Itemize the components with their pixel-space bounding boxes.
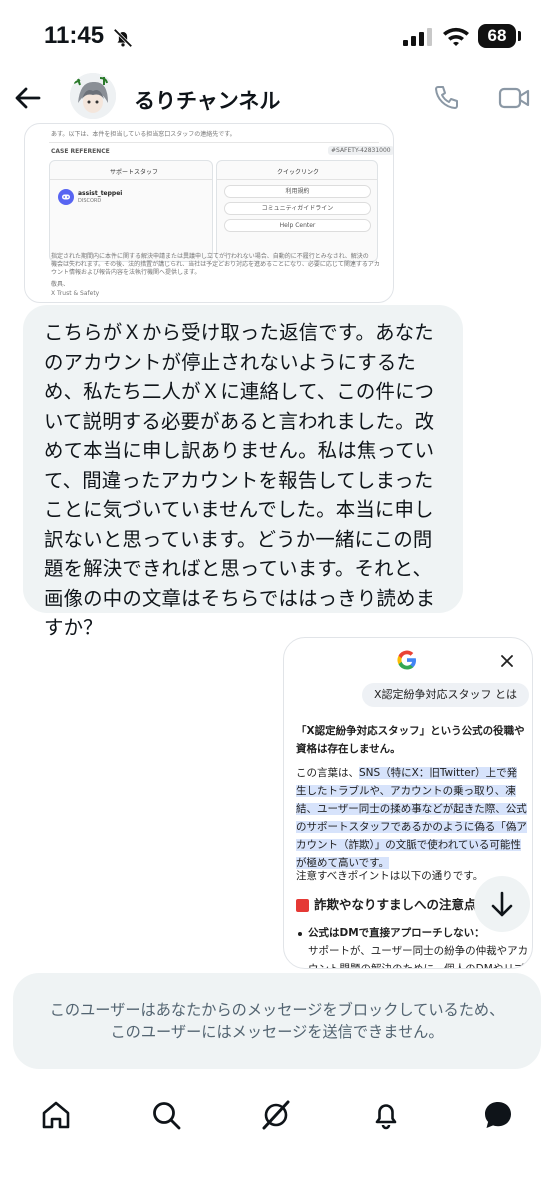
bullet-bold-text: 公式はDMで直接アプローチしない：: [308, 927, 485, 939]
arrow-down-icon: [491, 891, 513, 917]
email-body-line-3: ウント情報および報告内容を法執行機関へ提供します。: [51, 269, 201, 276]
support-staff-card: サポートスタッフ assist_teppei DISCORD: [49, 160, 213, 262]
answer-heading: 詐欺やなりすましへの注意点: [314, 897, 477, 912]
blocked-line-2: このユーザーにはメッセージを送信できません。: [110, 1023, 444, 1041]
video-call-icon[interactable]: [498, 86, 530, 110]
quicklinks-title: クイックリンク: [277, 169, 320, 176]
grok-icon[interactable]: [260, 1099, 292, 1131]
staff-platform: DISCORD: [78, 198, 102, 204]
back-arrow-icon[interactable]: [14, 84, 42, 112]
answer-line-5: カウント（詐欺）」の文脈で使われている可能性: [296, 839, 521, 851]
blocked-line-1: このユーザーはあなたからのメッセージをブロックしているため、: [49, 1001, 505, 1019]
email-signature: X Trust & Safety: [51, 290, 100, 297]
answer-points-intro: 注意すべきポイントは以下の通りです。: [296, 870, 484, 882]
battery-tip: [518, 31, 521, 41]
link-terms[interactable]: 利用規約: [224, 185, 371, 198]
link-community-guidelines[interactable]: コミュニティガイドライン: [224, 202, 371, 215]
answer-line-1-b: SNS（特にX：旧Twitter）上で発: [359, 767, 518, 779]
notifications-bell-icon[interactable]: [370, 1099, 402, 1131]
bullet-dot: [298, 932, 302, 936]
support-card-title: サポートスタッフ: [110, 169, 159, 176]
message-text: こちらがＸから受け取った返信です。あなたのアカウントが停止されないようにするため…: [44, 321, 436, 639]
search-query-chip[interactable]: X認定紛争対応スタッフ とは: [362, 683, 530, 707]
search-icon[interactable]: [150, 1099, 182, 1131]
bullet-line-3: ウント問題の解決のために、個人のDMやリプ: [308, 963, 525, 969]
phone-icon[interactable]: [432, 84, 460, 112]
staff-name: assist_teppei: [78, 190, 123, 197]
bullet-line-2: サポートが、ユーザー同士の紛争の仲裁やアカ: [308, 945, 529, 957]
status-time: 11:45: [44, 22, 105, 49]
discord-icon: [58, 189, 74, 205]
email-closing: 敬具、: [51, 281, 70, 288]
conversation-title[interactable]: るりチャンネル: [134, 85, 280, 115]
scroll-to-bottom-button[interactable]: [474, 876, 530, 932]
avatar-illustration: [70, 73, 116, 119]
siren-icon: [296, 899, 309, 912]
bell-muted-icon: [113, 28, 133, 48]
battery-indicator: 68: [478, 24, 516, 48]
answer-bold-line-1: 「X認定紛争対応スタッフ」という公式の役職や: [296, 725, 525, 737]
messages-icon[interactable]: [482, 1099, 514, 1131]
answer-line-3: 結、ユーザー同士の揉め事などが起きた際、公式: [296, 803, 527, 815]
google-logo-icon: [397, 650, 417, 670]
blocked-notice-text: このユーザーはあなたからのメッセージをブロックしているため、 このユーザーにはメ…: [13, 999, 541, 1043]
answer-line-2: 生したトラブルや、アカウントの乗っ取り、凍: [296, 785, 516, 797]
quick-links-card: クイックリンク 利用規約 コミュニティガイドライン Help Center: [216, 160, 378, 262]
answer-line-1: この言葉は、SNS（特にX：旧Twitter）上で発: [296, 764, 518, 782]
answer-line-1-a: この言葉は、: [296, 767, 359, 779]
home-icon[interactable]: [40, 1099, 72, 1131]
avatar[interactable]: [70, 73, 116, 119]
cellular-signal-icon: [403, 28, 432, 46]
answer-bold-line-2: 資格は存在しません。: [296, 743, 401, 755]
shared-image-email[interactable]: あす。以下は、本件を担当している担当窓口スタッフの連絡先です。 CASE REF…: [24, 123, 394, 303]
wifi-icon: [443, 27, 469, 46]
answer-line-4: のサポートスタッフであるかのように偽る「偽ア: [296, 821, 527, 833]
email-top-text: あす。以下は、本件を担当している担当窓口スタッフの連絡先です。: [51, 131, 236, 138]
case-reference-value: #SAFETY-42831000: [328, 146, 393, 155]
case-reference-label: CASE REFERENCE: [51, 148, 110, 155]
link-help-center[interactable]: Help Center: [224, 219, 371, 232]
close-icon[interactable]: [500, 654, 514, 668]
